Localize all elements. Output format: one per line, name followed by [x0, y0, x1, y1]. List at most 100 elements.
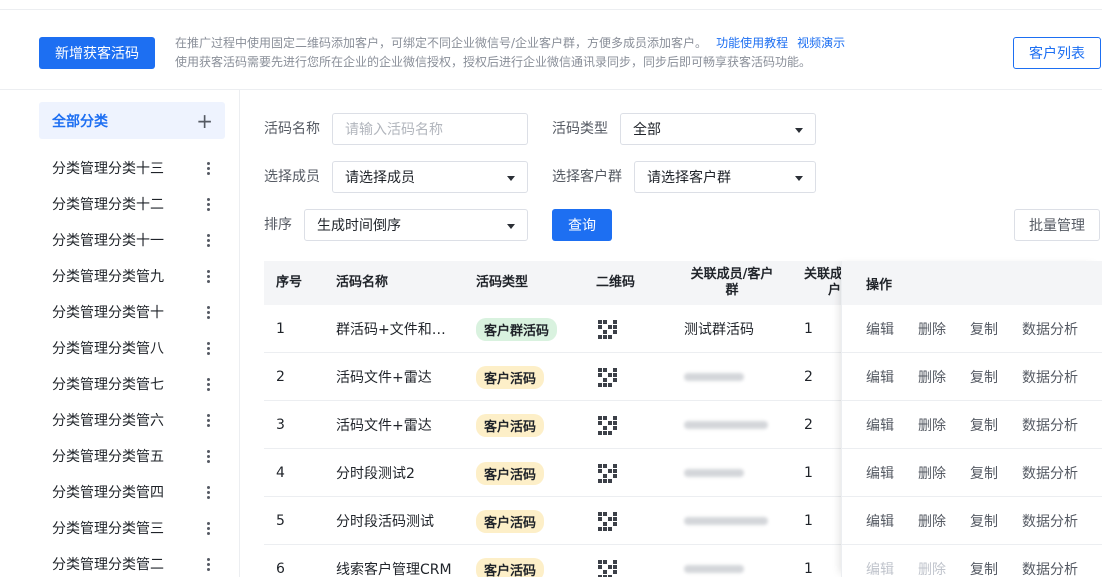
category-item[interactable]: 分类管理分类管二	[39, 546, 225, 577]
filter-sort-label: 排序	[264, 217, 292, 233]
edit-button[interactable]: 编辑	[866, 463, 894, 483]
edit-button[interactable]: 编辑	[866, 559, 894, 577]
row-count: 1	[804, 513, 813, 529]
operations-row: 编辑 删除 复制 数据分析	[842, 401, 1102, 449]
plus-icon[interactable]: +	[196, 111, 213, 131]
qrcode-icon[interactable]	[598, 415, 617, 435]
more-vertical-icon[interactable]	[203, 341, 213, 355]
category-item[interactable]: 分类管理分类管七	[39, 366, 225, 402]
row-member-cell	[684, 449, 744, 497]
category-sidebar: 全部分类 + 分类管理分类十三 分类管理分类十二 分类管理分类十一 分类管理分类管九分…	[0, 90, 240, 577]
category-item[interactable]: 分类管理分类十一	[39, 222, 225, 258]
customer-group-select[interactable]: 请选择客户群	[634, 161, 816, 193]
copy-button[interactable]: 复制	[970, 415, 998, 435]
analytics-button[interactable]: 数据分析	[1022, 319, 1078, 339]
row-member-cell	[684, 401, 768, 449]
row-type-cell: 客户活码	[476, 497, 545, 545]
qrcode-icon[interactable]	[598, 511, 617, 531]
qrcode-icon[interactable]	[598, 319, 617, 339]
video-demo-link[interactable]: 视频演示	[797, 36, 845, 50]
category-item[interactable]: 分类管理分类管十	[39, 294, 225, 330]
row-member-cell	[684, 545, 744, 577]
category-item[interactable]: 分类管理分类管三	[39, 510, 225, 546]
more-vertical-icon[interactable]	[203, 485, 213, 499]
edit-button[interactable]: 编辑	[866, 511, 894, 531]
row-qrcode-cell	[598, 449, 617, 497]
col-qrcode: 二维码	[596, 275, 636, 290]
row-count: 2	[804, 417, 813, 433]
copy-button[interactable]: 复制	[970, 367, 998, 387]
row-member-cell	[684, 353, 744, 401]
live-code-name-input[interactable]: 请输入活码名称	[332, 113, 528, 145]
redacted-member	[684, 565, 744, 573]
row-name: 活码文件+雷达	[336, 418, 432, 434]
col-count-line1: 关联成	[804, 267, 844, 282]
more-vertical-icon[interactable]	[203, 233, 213, 247]
category-item[interactable]: 分类管理分类管八	[39, 330, 225, 366]
analytics-button[interactable]: 数据分析	[1022, 559, 1078, 577]
query-button[interactable]: 查询	[552, 209, 612, 241]
customer-list-button[interactable]: 客户列表	[1013, 37, 1101, 69]
copy-button[interactable]: 复制	[970, 559, 998, 577]
row-qrcode-cell	[598, 497, 617, 545]
more-vertical-icon[interactable]	[203, 413, 213, 427]
category-item[interactable]: 分类管理分类十二	[39, 186, 225, 222]
delete-button[interactable]: 删除	[918, 511, 946, 531]
tutorial-link[interactable]: 功能使用教程	[716, 36, 788, 50]
category-all[interactable]: 全部分类 +	[39, 102, 225, 139]
sort-select[interactable]: 生成时间倒序	[304, 209, 528, 241]
more-vertical-icon[interactable]	[203, 521, 213, 535]
member-select[interactable]: 请选择成员	[332, 161, 528, 193]
row-type-cell: 客户活码	[476, 401, 545, 449]
col-count-line2: 户	[828, 283, 842, 298]
copy-button[interactable]: 复制	[970, 319, 998, 339]
more-vertical-icon[interactable]	[203, 305, 213, 319]
edit-button[interactable]: 编辑	[866, 367, 894, 387]
batch-manage-button[interactable]: 批量管理	[1014, 209, 1100, 241]
copy-button[interactable]: 复制	[970, 463, 998, 483]
col-members-line1: 关联成员/客户	[690, 267, 774, 282]
more-vertical-icon[interactable]	[203, 557, 213, 571]
feature-description: 在推广过程中使用固定二维码添加客户，可绑定不同企业微信号/企业客户群，方便多成员…	[175, 34, 845, 72]
delete-button[interactable]: 删除	[918, 367, 946, 387]
category-item[interactable]: 分类管理分类管九	[39, 258, 225, 294]
col-index: 序号	[276, 275, 303, 290]
row-index: 6	[276, 561, 285, 577]
more-vertical-icon[interactable]	[203, 161, 213, 175]
qrcode-icon[interactable]	[598, 367, 617, 387]
more-vertical-icon[interactable]	[203, 377, 213, 391]
add-live-code-button[interactable]: 新增获客活码	[39, 37, 155, 69]
edit-button[interactable]: 编辑	[866, 319, 894, 339]
delete-button[interactable]: 删除	[918, 415, 946, 435]
qrcode-icon[interactable]	[598, 463, 617, 483]
row-qrcode-cell	[598, 545, 617, 577]
category-item-label: 分类管理分类管六	[52, 413, 164, 429]
analytics-button[interactable]: 数据分析	[1022, 367, 1078, 387]
caret-down-icon	[795, 176, 803, 181]
category-item[interactable]: 分类管理分类十三	[39, 150, 225, 186]
more-vertical-icon[interactable]	[203, 449, 213, 463]
category-item[interactable]: 分类管理分类管五	[39, 438, 225, 474]
live-code-type-select[interactable]: 全部	[620, 113, 816, 145]
caret-down-icon	[507, 224, 515, 229]
top-bar	[0, 0, 1102, 10]
col-members-line2: 群	[725, 283, 739, 298]
delete-button[interactable]: 删除	[918, 319, 946, 339]
row-count: 1	[804, 321, 813, 337]
more-vertical-icon[interactable]	[203, 197, 213, 211]
edit-button[interactable]: 编辑	[866, 415, 894, 435]
analytics-button[interactable]: 数据分析	[1022, 415, 1078, 435]
caret-down-icon	[507, 176, 515, 181]
delete-button[interactable]: 删除	[918, 559, 946, 577]
copy-button[interactable]: 复制	[970, 511, 998, 531]
operations-row: 编辑 删除 复制 数据分析	[842, 497, 1102, 545]
filter-name-label: 活码名称	[264, 121, 320, 137]
category-item[interactable]: 分类管理分类管六	[39, 402, 225, 438]
qrcode-icon[interactable]	[598, 559, 617, 577]
delete-button[interactable]: 删除	[918, 463, 946, 483]
analytics-button[interactable]: 数据分析	[1022, 463, 1078, 483]
more-vertical-icon[interactable]	[203, 269, 213, 283]
category-item[interactable]: 分类管理分类管四	[39, 474, 225, 510]
analytics-button[interactable]: 数据分析	[1022, 511, 1078, 531]
col-type: 活码类型	[476, 275, 529, 290]
